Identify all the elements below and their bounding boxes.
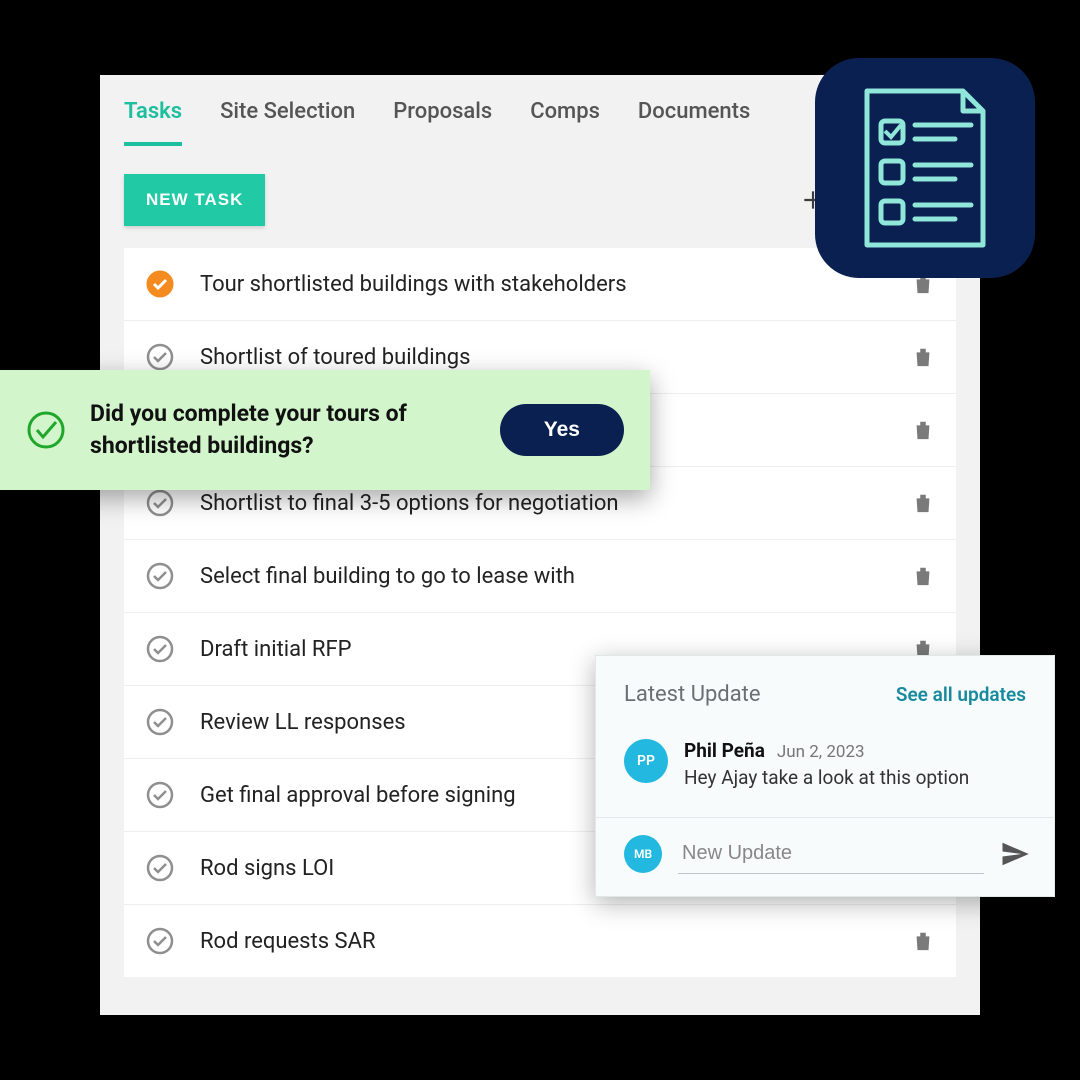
current-user-avatar: MB — [624, 835, 662, 873]
checklist-document-icon — [855, 83, 995, 253]
trash-icon[interactable] — [912, 491, 934, 515]
task-title: Select final building to go to lease wit… — [200, 564, 912, 589]
task-title: Rod requests SAR — [200, 929, 912, 954]
prompt-question-text: Did you complete your tours of shortlist… — [90, 398, 476, 462]
completion-prompt-card: Did you complete your tours of shortlist… — [0, 370, 650, 490]
check-incomplete-icon[interactable] — [146, 343, 174, 371]
new-update-input[interactable] — [678, 834, 984, 874]
check-incomplete-icon[interactable] — [146, 781, 174, 809]
checklist-hero-badge — [815, 58, 1035, 278]
task-title: Tour shortlisted buildings with stakehol… — [200, 272, 912, 297]
check-circle-icon — [26, 410, 66, 450]
prompt-yes-button[interactable]: Yes — [500, 404, 624, 456]
update-header: Latest Update See all updates — [596, 656, 1054, 729]
task-title: Shortlist of toured buildings — [200, 345, 912, 370]
update-body: PP Phil Peña Jun 2, 2023 Hey Ajay take a… — [596, 729, 1054, 817]
see-all-updates-link[interactable]: See all updates — [896, 683, 1026, 706]
check-incomplete-icon[interactable] — [146, 927, 174, 955]
tab-documents[interactable]: Documents — [638, 99, 750, 142]
check-incomplete-icon[interactable] — [146, 562, 174, 590]
check-complete-icon[interactable] — [146, 270, 174, 298]
check-incomplete-icon[interactable] — [146, 635, 174, 663]
new-task-button[interactable]: NEW TASK — [124, 174, 265, 226]
check-incomplete-icon[interactable] — [146, 854, 174, 882]
tab-comps[interactable]: Comps — [530, 99, 600, 142]
task-title: Shortlist to final 3-5 options for negot… — [200, 491, 912, 516]
tab-site-selection[interactable]: Site Selection — [220, 99, 355, 142]
trash-icon[interactable] — [912, 564, 934, 588]
task-row[interactable]: Rod requests SAR — [124, 905, 956, 977]
trash-icon[interactable] — [912, 418, 934, 442]
update-message: Hey Ajay take a look at this option — [684, 766, 1026, 789]
check-incomplete-icon[interactable] — [146, 489, 174, 517]
update-panel-title: Latest Update — [624, 682, 761, 707]
update-date: Jun 2, 2023 — [777, 742, 865, 762]
check-incomplete-icon[interactable] — [146, 708, 174, 736]
latest-update-panel: Latest Update See all updates PP Phil Pe… — [595, 655, 1055, 897]
trash-icon[interactable] — [912, 929, 934, 953]
update-input-row: MB — [596, 817, 1054, 896]
update-content: Phil Peña Jun 2, 2023 Hey Ajay take a lo… — [684, 739, 1026, 789]
task-row[interactable]: Select final building to go to lease wit… — [124, 540, 956, 613]
trash-icon[interactable] — [912, 345, 934, 369]
tab-proposals[interactable]: Proposals — [393, 99, 492, 142]
update-author-name: Phil Peña — [684, 739, 765, 762]
send-icon[interactable] — [1000, 839, 1030, 869]
tab-tasks[interactable]: Tasks — [124, 99, 182, 146]
author-avatar: PP — [624, 739, 668, 783]
